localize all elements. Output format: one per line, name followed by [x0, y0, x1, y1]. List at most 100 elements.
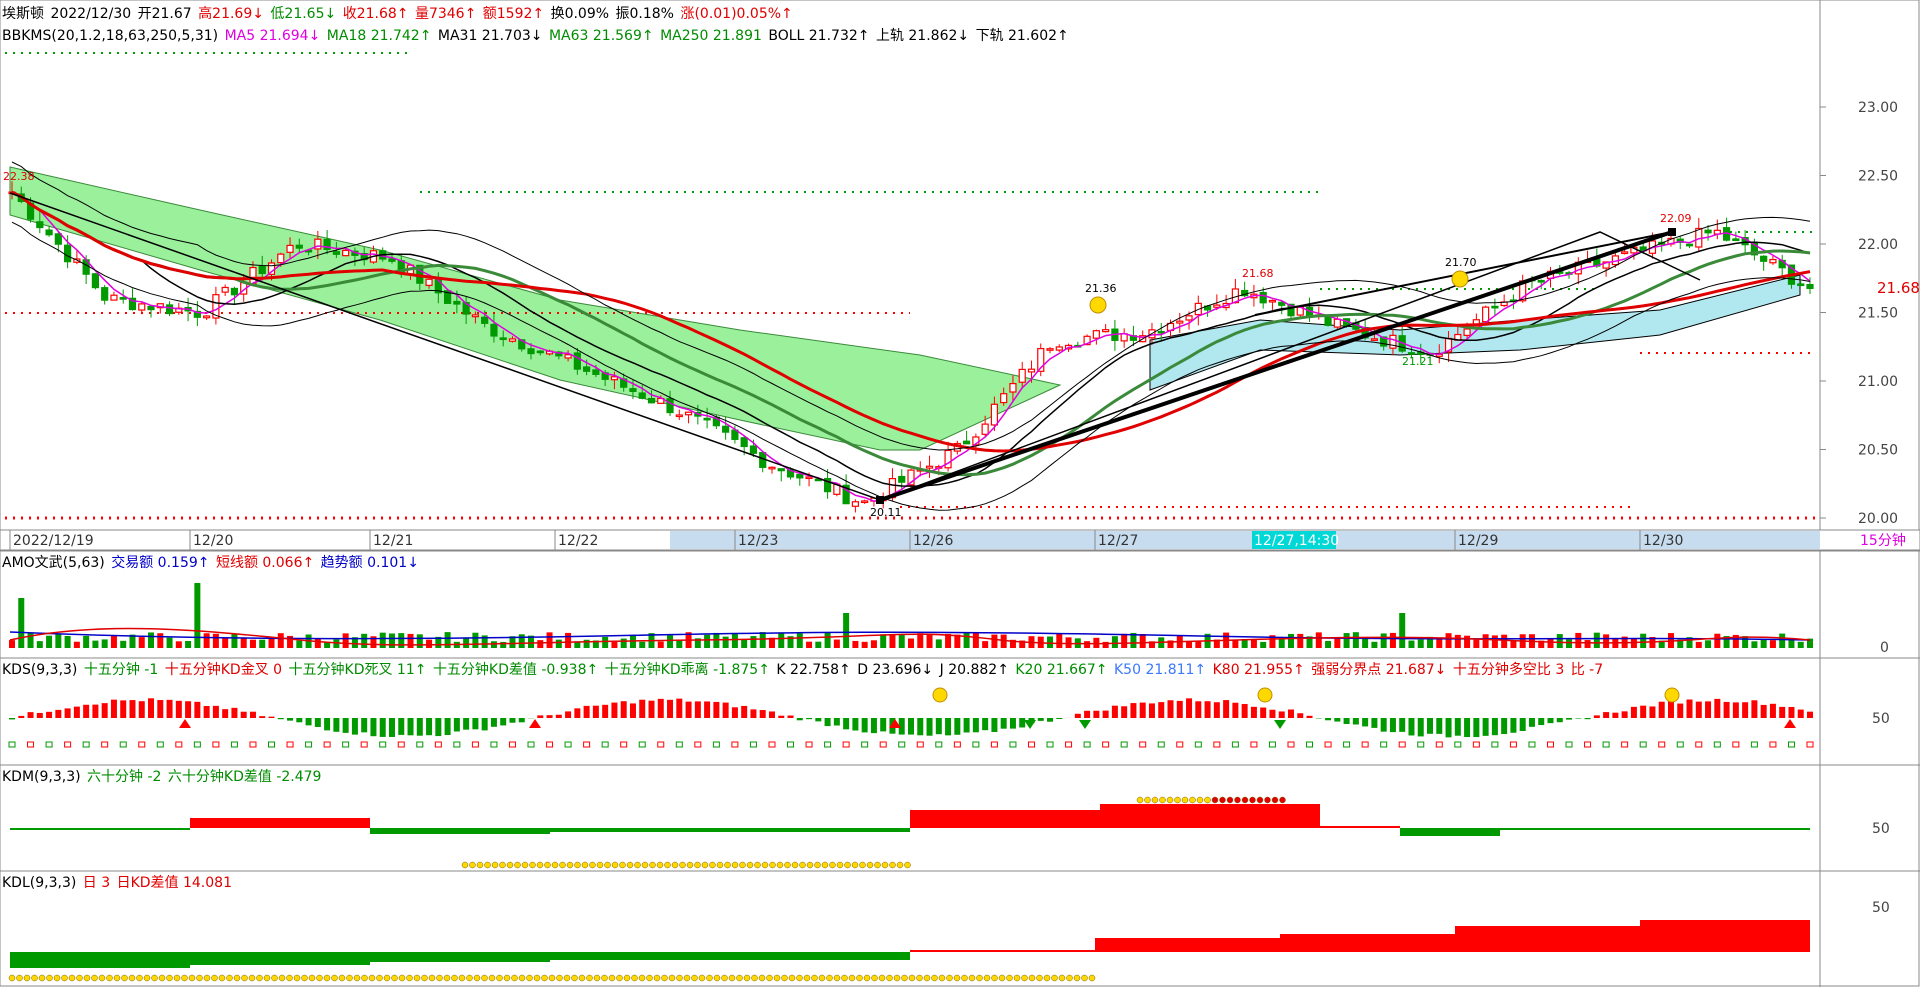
volume-bar: [194, 583, 201, 648]
kds-square: [508, 741, 516, 748]
kdl-dot: [893, 974, 901, 982]
kds-bar: [1306, 715, 1313, 718]
kds-square: [1324, 741, 1332, 748]
kds-bar: [1380, 718, 1387, 732]
kds-axis-label: 50: [1872, 711, 1890, 727]
kds-bar: [1630, 706, 1637, 718]
kds-square: [731, 741, 739, 748]
kdl-dot: [1081, 974, 1088, 982]
kdl-dot: [1043, 974, 1051, 982]
candle-body: [647, 397, 656, 404]
kds-bar: [1250, 706, 1257, 718]
kds-square: [342, 741, 350, 748]
kds-bar: [1074, 713, 1081, 718]
kdm-dot: [1151, 796, 1159, 804]
kds-square: [268, 741, 276, 748]
volume-bar: [398, 633, 405, 648]
kds-square: [749, 741, 757, 748]
kds-square: [1287, 741, 1295, 748]
kds-bar: [592, 705, 599, 718]
candle-body: [249, 266, 257, 285]
kds-square: [1176, 741, 1184, 748]
kds-square: [990, 741, 998, 748]
quote-date: 2022/12/30: [50, 6, 132, 22]
up-arrow-icon: [529, 719, 541, 728]
volume-bar: [824, 632, 831, 648]
ma63-legend: MA63 21.569↑: [548, 28, 654, 44]
kdl-dot: [271, 974, 278, 982]
volume-bar: [1473, 639, 1480, 648]
kds-square: [1454, 741, 1462, 748]
kds-bar: [741, 705, 748, 718]
volume-bar: [898, 635, 905, 648]
kdm-dot: [724, 861, 731, 869]
candle-body: [1685, 243, 1694, 247]
kdl-dot: [938, 974, 946, 982]
kds-bar: [351, 718, 358, 735]
kdl-dot: [638, 974, 646, 982]
kdl-dot: [616, 974, 623, 982]
kdm-dot: [851, 861, 859, 869]
kds-bar: [1195, 701, 1202, 718]
kds-k50: K50 21.811↑: [1114, 662, 1207, 678]
axis-layer: 2022/12/19 12/20 12/21 12/22 12/23 12/26 12/27…: [0, 529, 1920, 551]
kdl-dot: [466, 974, 473, 982]
kds-square: [1009, 741, 1017, 748]
kdl-panel: 50: [8, 900, 1890, 982]
volume-bar: [1705, 640, 1712, 648]
kds-item-4: 十五分钟KD乖离 -1.875↑: [604, 662, 770, 678]
kds-bar: [546, 715, 553, 718]
kdm-dot: [581, 861, 589, 869]
volume-bar: [861, 641, 868, 648]
kds-bar: [1223, 700, 1230, 718]
kds-bar: [55, 709, 62, 718]
kdl-dot: [1013, 974, 1021, 982]
kdl-name: KDL(9,3,3): [2, 875, 77, 891]
kds-bar: [1362, 718, 1369, 727]
kds-square: [1676, 741, 1684, 748]
kds-bar: [676, 698, 683, 718]
kdl-item-0: 日 3: [82, 875, 111, 891]
kds-square: [45, 741, 53, 748]
kds-square: [1157, 741, 1165, 748]
volume-bar: [1788, 639, 1795, 648]
kdm-dot: [739, 861, 746, 869]
kds-bar: [1102, 710, 1109, 718]
kdm-dot: [686, 861, 694, 869]
kds-bar: [1649, 706, 1656, 718]
kds-bar: [453, 718, 460, 732]
chart-border: [0, 0, 1920, 987]
kdm-dot: [499, 861, 506, 869]
candle-body: [508, 338, 517, 342]
kdl-dot: [653, 974, 661, 982]
kds-square: [434, 741, 442, 748]
kds-bar: [305, 718, 312, 726]
kds-bar: [1037, 718, 1044, 721]
up-arrow-icon: [1784, 719, 1796, 728]
kds-bar: [166, 699, 173, 718]
candle-body: [684, 411, 693, 416]
candle-body: [332, 251, 340, 255]
close-value: 收21.68↑: [342, 6, 409, 22]
volume-bar: [1399, 613, 1406, 648]
kds-square: [286, 741, 294, 748]
candle-body: [796, 473, 804, 479]
kds-bar: [1575, 718, 1582, 719]
kds-bi: 比 -7: [1570, 662, 1604, 678]
kdl-dot: [346, 974, 353, 982]
kdl-dot: [721, 974, 728, 982]
kds-bar: [1640, 705, 1647, 718]
kds-square: [1695, 741, 1703, 748]
candle-body: [221, 286, 229, 293]
up-arrow-icon: [179, 719, 191, 728]
kds-bar: [954, 718, 961, 735]
volume-bar: [1417, 639, 1424, 648]
kds-bar: [277, 718, 284, 720]
kdm-dot: [896, 861, 904, 869]
kds-bar: [463, 718, 470, 730]
candle-body: [1806, 284, 1814, 289]
kds-bar: [1148, 703, 1155, 718]
volume-bar: [296, 640, 303, 648]
kds-bar: [1510, 718, 1517, 733]
kdm-dot: [521, 861, 529, 869]
